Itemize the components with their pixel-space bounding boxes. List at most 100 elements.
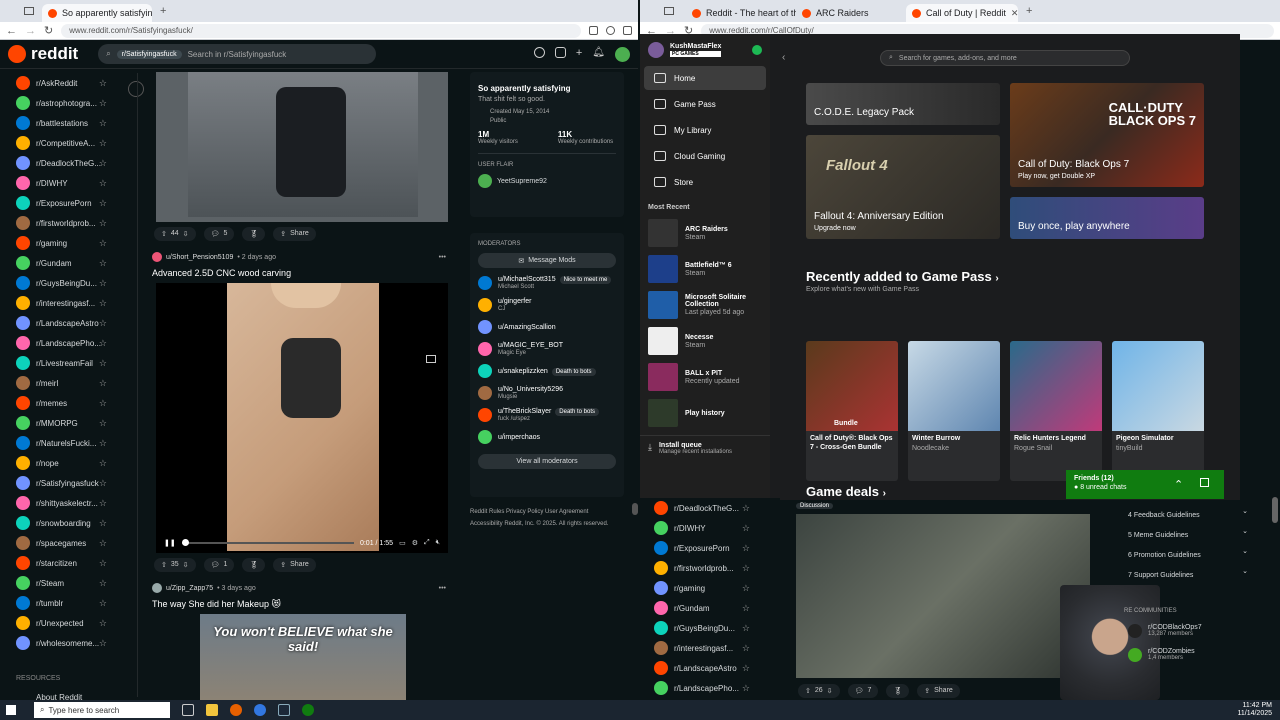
recently-added-heading[interactable]: Recently added to Game Pass › [806, 269, 999, 284]
post-author[interactable]: u/Zipp_Zapp75 [166, 585, 213, 592]
sidebar-item[interactable]: r/meirl ☆ [0, 373, 137, 393]
xbox-search-input[interactable]: ⌕ Search for games, add-ons, and more [880, 50, 1130, 66]
game-card[interactable]: Winter Burrow Noodlecake [908, 341, 1000, 481]
install-queue-button[interactable]: ⤓ Install queue Manage recent installatio… [640, 435, 770, 461]
star-icon[interactable]: ☆ [742, 663, 750, 674]
fullscreen-icon[interactable]: ⤢ [424, 539, 430, 547]
sidebar-item[interactable]: r/GuysBeingDu... ☆ [0, 273, 137, 293]
star-icon[interactable]: ☆ [99, 458, 107, 469]
moderator-item[interactable]: u/MichaelScott315 Nice to meet me Michael … [478, 276, 616, 290]
rule-item[interactable]: 5 Meme Guidelines ⌄ [1120, 525, 1260, 545]
sidebar-item[interactable]: r/interestingasf... ☆ [0, 293, 137, 313]
award-button[interactable]: 🏅︎ [242, 558, 266, 572]
sidebar-item[interactable]: r/LandscapeAstro ☆ [0, 313, 137, 333]
star-icon[interactable]: ☆ [99, 498, 107, 509]
forward-icon[interactable]: → [25, 25, 36, 37]
sidebar-item[interactable]: r/gaming ☆ [0, 233, 137, 253]
collections-icon[interactable] [623, 26, 632, 35]
rule-item[interactable]: 4 Feedback Guidelines ⌄ [1120, 505, 1260, 525]
star-icon[interactable]: ☆ [99, 218, 107, 229]
star-icon[interactable]: ☆ [99, 558, 107, 569]
avatar[interactable] [648, 42, 664, 58]
award-button[interactable]: 🏅︎ [242, 227, 266, 241]
nav-home[interactable]: Home [644, 66, 766, 90]
url-field[interactable]: www.reddit.com/r/Satisfyingasfuck/ [61, 23, 581, 38]
tab-reddit-home[interactable]: Reddit - The heart of the intern [686, 4, 796, 22]
favorite-icon[interactable] [606, 26, 615, 35]
buy-once-tile[interactable]: Buy once, play anywhere [1010, 197, 1204, 239]
nav-game-pass[interactable]: Game Pass [644, 92, 766, 116]
captions-icon[interactable]: ▭ [399, 539, 406, 547]
sidebar-item[interactable]: r/memes ☆ [0, 393, 137, 413]
star-icon[interactable]: ☆ [742, 603, 750, 614]
sidebar-item[interactable]: r/Steam ☆ [0, 573, 137, 593]
game-card[interactable]: Pigeon Simulator tinyBuild [1112, 341, 1204, 481]
sidebar-item[interactable]: r/astrophotogra... ☆ [0, 93, 137, 113]
star-icon[interactable]: ☆ [99, 518, 107, 529]
friends-panel[interactable]: Friends (12) ● 8 unread chats ⌃ [1066, 470, 1224, 499]
clock-date[interactable]: 11/14/2025 [1237, 710, 1272, 718]
chat-icon[interactable] [554, 46, 566, 58]
recent-game[interactable]: Play history [640, 395, 770, 431]
game-card[interactable]: Call of Duty®: Black Ops 7 - Cross-Gen B… [806, 341, 898, 481]
moderator-item[interactable]: u/MAGIC_EYE_BOT Magic Eye [478, 342, 616, 356]
sidebar-item[interactable]: r/Unexpected ☆ [0, 613, 137, 633]
star-icon[interactable]: ☆ [99, 538, 107, 549]
star-icon[interactable]: ☆ [99, 278, 107, 289]
sidebar-item[interactable]: r/interestingasf... ☆ [640, 638, 780, 658]
avatar[interactable] [152, 583, 162, 593]
star-icon[interactable]: ☆ [99, 418, 107, 429]
star-icon[interactable]: ☆ [99, 378, 107, 389]
sidebar-item[interactable]: r/LandscapePho... ☆ [640, 678, 780, 698]
pip-icon[interactable] [426, 355, 436, 363]
sidebar-item[interactable]: r/Gundam ☆ [640, 598, 780, 618]
comments-button[interactable]: 💬︎ 5 [203, 227, 235, 241]
settings-icon[interactable]: ⚙ [412, 539, 418, 547]
new-tab-icon[interactable]: + [160, 5, 166, 17]
star-icon[interactable]: ☆ [99, 338, 107, 349]
post-3-image[interactable]: You won't BELIEVE what she said! [200, 614, 406, 700]
firefox-icon[interactable] [230, 704, 242, 716]
sidebar-item[interactable]: r/ExposurePorn ☆ [640, 538, 780, 558]
star-icon[interactable]: ☆ [99, 598, 107, 609]
star-icon[interactable]: ☆ [99, 258, 107, 269]
popout-icon[interactable] [1200, 478, 1209, 487]
star-icon[interactable]: ☆ [99, 438, 107, 449]
recent-game[interactable]: Microsoft Solitaire Collection Last playe… [640, 287, 770, 323]
star-icon[interactable]: ☆ [99, 578, 107, 589]
flair-user[interactable]: YeetSupreme92 [497, 178, 547, 185]
sidebar-item[interactable]: r/MMORPG ☆ [0, 413, 137, 433]
sidebar-item[interactable]: r/battlestations ☆ [0, 113, 137, 133]
back-icon[interactable]: ← [6, 25, 17, 37]
sidebar-item[interactable]: r/snowboarding ☆ [0, 513, 137, 533]
moderator-item[interactable]: u/snakeplizzken Death to bots [478, 364, 616, 378]
community-item[interactable]: r/CODZombies 1,4 members [1124, 648, 1274, 662]
moderator-item[interactable]: u/TheBrickSlayer Death to bots fuck /u/spe… [478, 408, 616, 422]
tab-satisfying[interactable]: So apparently satisfying ✕ [42, 4, 152, 22]
sidebar-item[interactable]: r/LandscapePho... ☆ [0, 333, 137, 353]
xbox-icon[interactable] [302, 704, 314, 716]
taskbar-search[interactable]: ⌕ Type here to search [34, 702, 170, 718]
black-ops-7-tile[interactable]: CALL·DUTY BLACK OPS 7 Call of Duty: Black… [1010, 83, 1204, 187]
sidebar-item[interactable]: r/CompetitiveA... ☆ [0, 133, 137, 153]
tab-arc-raiders[interactable]: ARC Raiders [796, 4, 906, 22]
pause-icon[interactable]: ❚❚ [164, 539, 176, 547]
sidebar-item[interactable]: r/AskReddit ☆ [0, 73, 137, 93]
recent-game[interactable]: Necesse Steam [640, 323, 770, 359]
star-icon[interactable]: ☆ [99, 78, 107, 89]
scrollbar[interactable] [632, 503, 638, 515]
star-icon[interactable]: ☆ [742, 623, 750, 634]
task-view-icon[interactable] [182, 704, 194, 716]
sidebar-item[interactable]: r/wholesomeme... ☆ [0, 633, 137, 653]
bell-icon[interactable]: 🔔︎ [592, 47, 605, 62]
nav-my-library[interactable]: My Library [644, 118, 766, 142]
browser-icon[interactable] [254, 704, 266, 716]
recent-game[interactable]: Battlefield™ 6 Steam [640, 251, 770, 287]
tab-call-of-duty[interactable]: Call of Duty | Reddit ✕ [906, 4, 1018, 22]
view-all-moderators-button[interactable]: View all moderators [478, 454, 616, 469]
close-tab-icon[interactable]: ✕ [1011, 8, 1018, 19]
sidebar-item[interactable]: r/LivestreamFail ☆ [0, 353, 137, 373]
star-icon[interactable]: ☆ [742, 643, 750, 654]
post-flair[interactable]: Discussion [796, 503, 834, 509]
star-icon[interactable]: ☆ [99, 238, 107, 249]
